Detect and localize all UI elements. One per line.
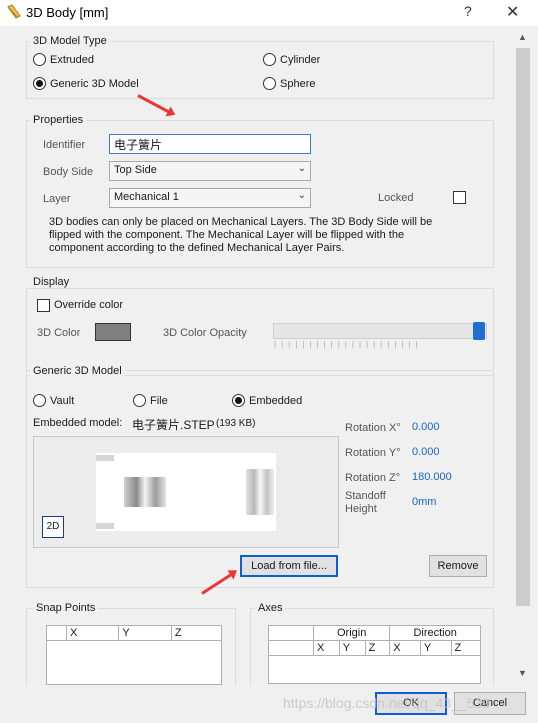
3d-color-label: 3D Color bbox=[37, 327, 81, 339]
table-header: Y bbox=[118, 625, 172, 641]
table-header: Y bbox=[419, 640, 452, 656]
radio-label: Embedded bbox=[249, 394, 303, 407]
close-button[interactable]: ✕ bbox=[506, 2, 519, 22]
override-color-label: Override color bbox=[54, 299, 124, 311]
radio-dot bbox=[33, 53, 46, 66]
table-header: X bbox=[313, 640, 340, 656]
scroll-up-icon[interactable]: ▲ bbox=[518, 32, 527, 42]
identifier-input[interactable]: 电子簧片 bbox=[109, 134, 311, 154]
snap-points-title: Snap Points bbox=[33, 602, 99, 614]
table-header: Y bbox=[338, 640, 366, 656]
radio-extruded[interactable]: Extruded bbox=[33, 53, 94, 66]
radio-cylinder[interactable]: Cylinder bbox=[263, 53, 320, 66]
standoff-height-value[interactable]: 0mm bbox=[412, 496, 436, 508]
rotation-z-label: Rotation Z° bbox=[345, 472, 401, 484]
body-side-value: Top Side bbox=[114, 164, 157, 176]
radio-dot bbox=[133, 394, 146, 407]
slider-ticks: ||||||||||||||||||||| bbox=[274, 340, 423, 349]
layer-select[interactable]: Mechanical 1 ⌄ bbox=[109, 188, 311, 208]
note-line: component according to the defined Mecha… bbox=[49, 242, 345, 254]
radio-label: Extruded bbox=[50, 53, 95, 66]
radio-generic-3d-model[interactable]: Generic 3D Model bbox=[33, 77, 139, 90]
standoff-label-line: Height bbox=[345, 503, 377, 515]
rotation-y-label: Rotation Y° bbox=[345, 447, 401, 459]
3d-body-icon bbox=[7, 4, 21, 19]
opacity-slider[interactable] bbox=[273, 323, 487, 339]
model-preview[interactable]: 2D bbox=[33, 436, 339, 548]
generic-model-title: Generic 3D Model bbox=[30, 365, 125, 377]
table-header: X bbox=[389, 640, 421, 656]
title-bar: 3D Body [mm] ? ✕ bbox=[0, 0, 538, 26]
rotation-y-value[interactable]: 0.000 bbox=[412, 446, 440, 458]
note-line: 3D bodies can only be placed on Mechanic… bbox=[49, 216, 433, 228]
table-header: Z bbox=[170, 625, 223, 641]
radio-dot bbox=[33, 394, 46, 407]
layer-value: Mechanical 1 bbox=[114, 191, 179, 203]
radio-dot bbox=[263, 53, 276, 66]
locked-label: Locked bbox=[378, 192, 414, 204]
body-side-label: Body Side bbox=[43, 166, 94, 178]
locked-checkbox[interactable] bbox=[453, 191, 466, 204]
model-type-title: 3D Model Type bbox=[30, 35, 110, 47]
radio-label: Generic 3D Model bbox=[50, 77, 139, 90]
chevron-down-icon: ⌄ bbox=[297, 190, 306, 201]
radio-label: Cylinder bbox=[280, 53, 321, 66]
axes-title: Axes bbox=[255, 602, 286, 614]
radio-file[interactable]: File bbox=[133, 394, 168, 407]
standoff-label-line: Standoff bbox=[345, 490, 386, 502]
table-header-origin: Origin bbox=[312, 625, 391, 641]
rotation-x-label: Rotation X° bbox=[345, 422, 401, 434]
identifier-label: Identifier bbox=[43, 139, 86, 151]
rotation-z-value[interactable]: 180.000 bbox=[412, 471, 452, 483]
snap-points-table[interactable]: X Y Z bbox=[46, 625, 223, 685]
radio-dot-selected bbox=[232, 394, 245, 407]
table-header bbox=[268, 640, 314, 656]
radio-dot-selected bbox=[33, 77, 46, 90]
table-header: Z bbox=[364, 640, 391, 656]
rotation-x-value[interactable]: 0.000 bbox=[412, 421, 440, 433]
embedded-model-label: Embedded model: bbox=[33, 417, 123, 429]
load-from-file-button[interactable]: Load from file... bbox=[240, 555, 338, 577]
radio-sphere[interactable]: Sphere bbox=[263, 77, 315, 90]
scroll-down-icon[interactable]: ▼ bbox=[518, 668, 527, 678]
display-title: Display bbox=[30, 276, 73, 288]
vertical-scrollbar[interactable]: ▲ ▼ bbox=[514, 28, 532, 684]
radio-dot bbox=[263, 77, 276, 90]
3d-color-swatch[interactable] bbox=[95, 323, 131, 341]
model-preview-render bbox=[96, 453, 276, 531]
standoff-height-label: Standoff Height bbox=[345, 490, 386, 516]
view-toggle-2d[interactable]: 2D bbox=[42, 516, 64, 538]
radio-label: File bbox=[150, 394, 168, 407]
opacity-slider-thumb[interactable] bbox=[473, 322, 485, 340]
table-header bbox=[268, 625, 314, 641]
scrollbar-thumb[interactable] bbox=[516, 48, 530, 606]
help-button[interactable]: ? bbox=[464, 3, 472, 19]
radio-label: Sphere bbox=[280, 77, 316, 90]
axes-table[interactable]: Origin Direction X Y Z X Y Z bbox=[268, 625, 482, 684]
radio-embedded[interactable]: Embedded bbox=[232, 394, 302, 407]
table-header-direction: Direction bbox=[389, 625, 481, 641]
chevron-down-icon: ⌄ bbox=[297, 163, 306, 174]
table-body-empty bbox=[46, 640, 222, 685]
embedded-file-name: 电子簧片.STEP bbox=[132, 418, 215, 432]
embedded-file-size: (193 KB) bbox=[216, 418, 256, 429]
table-header bbox=[46, 625, 67, 641]
opacity-label: 3D Color Opacity bbox=[163, 327, 247, 339]
window-title: 3D Body [mm] bbox=[26, 5, 109, 20]
table-header: Z bbox=[450, 640, 482, 656]
properties-title: Properties bbox=[30, 114, 87, 126]
table-header: X bbox=[65, 625, 120, 641]
properties-note: 3D bodies can only be placed on Mechanic… bbox=[49, 216, 489, 255]
model-type-group bbox=[26, 41, 494, 99]
body-side-select[interactable]: Top Side ⌄ bbox=[109, 161, 311, 181]
remove-button[interactable]: Remove bbox=[429, 555, 487, 577]
note-line: flipped with the component. The Mechanic… bbox=[49, 229, 405, 241]
radio-label: Vault bbox=[50, 394, 75, 407]
radio-vault[interactable]: Vault bbox=[33, 394, 74, 407]
override-color-checkbox[interactable] bbox=[37, 299, 50, 312]
dialog-content: 3D Model Type Extruded Cylinder Generic … bbox=[0, 26, 516, 686]
watermark-text: https://blog.csdn.net/qq_43__539 bbox=[283, 695, 491, 711]
layer-label: Layer bbox=[43, 193, 71, 205]
table-body-empty bbox=[268, 655, 481, 684]
